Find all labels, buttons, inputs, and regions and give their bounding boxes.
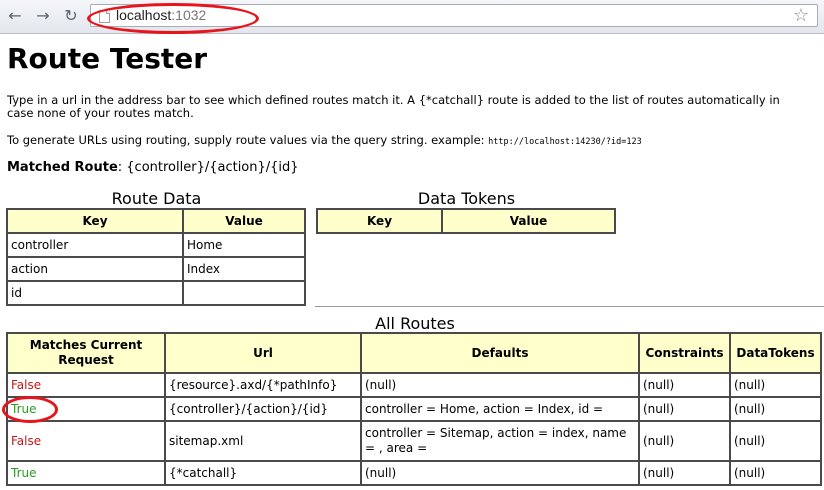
reload-icon[interactable]: ↻ xyxy=(60,5,82,27)
defaults-cell: (null) xyxy=(360,460,640,486)
url-cell: sitemap.xml xyxy=(164,420,362,462)
datatokens-cell: (null) xyxy=(729,396,822,422)
data-tokens-value-header: Value xyxy=(441,208,616,234)
route-data-value: Home xyxy=(182,232,306,258)
matched-route-value: : {controller}/{action}/{id} xyxy=(117,160,299,175)
page-icon xyxy=(99,10,110,23)
url-header: Url xyxy=(164,332,362,374)
defaults-cell: controller = Sitemap, action = index, na… xyxy=(360,420,640,462)
route-data-value: Index xyxy=(182,256,306,282)
example-url: http://localhost:14230/?id=123 xyxy=(488,137,642,147)
generate-text: To generate URLs using routing, supply r… xyxy=(7,134,807,149)
match-cell: False xyxy=(6,420,166,462)
matched-route: Matched Route: {controller}/{action}/{id… xyxy=(7,160,299,176)
address-bar[interactable]: localhost:1032 ☆ xyxy=(90,4,818,27)
route-data-key-header: Key xyxy=(6,208,184,234)
constraints-cell: (null) xyxy=(638,396,731,422)
datatokens-cell: (null) xyxy=(729,460,822,486)
route-data-key: id xyxy=(6,280,184,306)
data-tokens-title: Data Tokens xyxy=(417,189,516,208)
page-title: Route Tester xyxy=(7,42,208,75)
table-row: False sitemap.xml controller = Sitemap, … xyxy=(6,420,822,462)
defaults-header: Defaults xyxy=(360,332,640,374)
table-row: id xyxy=(6,280,306,306)
browser-toolbar: ← → ↻ localhost:1032 ☆ xyxy=(0,0,824,34)
match-cell: True xyxy=(6,396,166,422)
match-cell: False xyxy=(6,372,166,398)
constraints-cell: (null) xyxy=(638,372,731,398)
table-row: action Index xyxy=(6,256,306,282)
route-data-table: Key Value controller Home action Index i… xyxy=(6,208,306,306)
all-routes-title: All Routes xyxy=(375,314,455,333)
data-tokens-table: Key Value xyxy=(316,208,616,234)
datatokens-header: DataTokens xyxy=(729,332,822,374)
route-data-value-header: Value xyxy=(182,208,306,234)
back-arrow-icon[interactable]: ← xyxy=(4,5,26,27)
match-cell: True xyxy=(6,460,166,486)
matched-route-label: Matched Route xyxy=(7,160,118,175)
table-row: True {*catchall} (null) (null) (null) xyxy=(6,460,822,486)
constraints-header: Constraints xyxy=(638,332,731,374)
address-url[interactable]: localhost:1032 xyxy=(116,7,206,24)
all-routes-table: Matches Current Request Url Defaults Con… xyxy=(6,332,822,486)
datatokens-cell: (null) xyxy=(729,420,822,462)
table-row: True {controller}/{action}/{id} controll… xyxy=(6,396,822,422)
url-host: localhost xyxy=(116,7,172,23)
route-data-value xyxy=(182,280,306,306)
route-data-key: controller xyxy=(6,232,184,258)
intro-text: Type in a url in the address bar to see … xyxy=(7,93,780,120)
defaults-cell: (null) xyxy=(360,372,640,398)
table-row: controller Home xyxy=(6,232,306,258)
url-cell: {controller}/{action}/{id} xyxy=(164,396,362,422)
table-row: False {resource}.axd/{*pathInfo} (null) … xyxy=(6,372,822,398)
constraints-cell: (null) xyxy=(638,420,731,462)
divider xyxy=(315,306,824,307)
route-data-key: action xyxy=(6,256,184,282)
matches-header: Matches Current Request xyxy=(6,332,166,374)
url-cell: {*catchall} xyxy=(164,460,362,486)
datatokens-cell: (null) xyxy=(729,372,822,398)
url-port: :1032 xyxy=(171,7,207,23)
defaults-cell: controller = Home, action = Index, id = xyxy=(360,396,640,422)
url-cell: {resource}.axd/{*pathInfo} xyxy=(164,372,362,398)
data-tokens-key-header: Key xyxy=(316,208,443,234)
constraints-cell: (null) xyxy=(638,460,731,486)
route-data-title: Route Data xyxy=(111,189,202,208)
generate-text-body: To generate URLs using routing, supply r… xyxy=(7,133,489,147)
bookmark-star-icon[interactable]: ☆ xyxy=(793,6,809,26)
forward-arrow-icon[interactable]: → xyxy=(32,5,54,27)
